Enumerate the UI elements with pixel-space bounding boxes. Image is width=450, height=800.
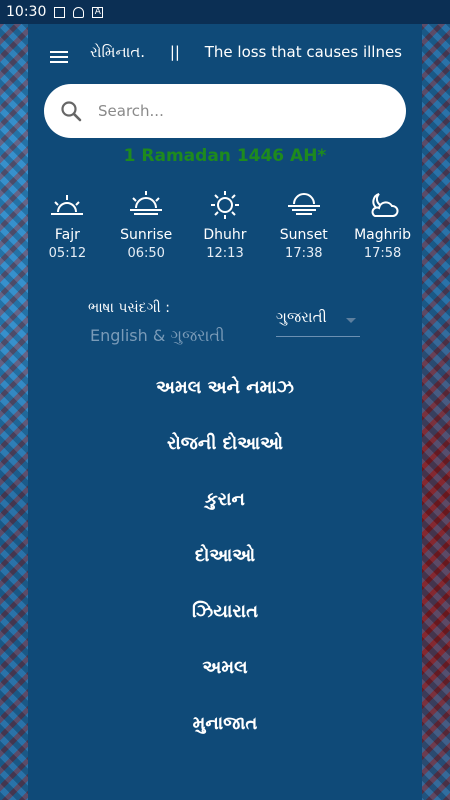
main-menu: અમલ અને નમાઝ રોજની દોઆઓ કુરાન દોઆઓ ઝિયાર… — [28, 360, 422, 752]
menu-item[interactable]: અમલ — [28, 640, 422, 696]
menu-item[interactable]: મુનાજાત — [28, 696, 422, 752]
language-dropdown[interactable]: ગુજરાતી — [276, 306, 360, 337]
prayer-maghrib[interactable]: Maghrib 17:58 — [345, 190, 421, 282]
hijri-date: 1 Ramadan 1446 AH* — [123, 146, 327, 166]
prayer-sunset[interactable]: Sunset 17:38 — [266, 190, 342, 282]
bell-icon — [73, 6, 85, 18]
sun-icon — [210, 191, 239, 219]
prayer-name: Dhuhr — [203, 227, 247, 243]
prayer-name: Maghrib — [354, 227, 412, 243]
status-bar: 10:30 A — [0, 0, 450, 24]
prayer-time: 17:38 — [285, 246, 323, 261]
search-icon — [61, 101, 82, 122]
cloud-moon-icon — [371, 193, 399, 217]
image-icon — [54, 6, 66, 18]
prayer-time: 06:50 — [127, 246, 165, 261]
prayer-time: 17:58 — [363, 246, 402, 261]
search-bar[interactable] — [44, 84, 406, 138]
prayer-name: Fajr — [54, 227, 80, 243]
news-ticker[interactable]: રોમિનાત. || The loss that causes illnes — [90, 24, 410, 80]
main-panel: રોમિનાત. || The loss that causes illnes … — [28, 24, 422, 800]
language-label: ભાષા પસંદગી : — [88, 300, 170, 316]
menu-item[interactable]: દોઆઓ — [28, 528, 422, 584]
a-icon: A — [92, 6, 104, 18]
prayer-time: 12:13 — [206, 246, 244, 261]
prayer-fajr[interactable]: Fajr 05:12 — [29, 190, 105, 282]
menu-item[interactable]: રોજની દોઆઓ — [28, 416, 422, 472]
prayer-dhuhr[interactable]: Dhuhr 12:13 — [187, 190, 263, 282]
ticker-text-2: The loss that causes illnes — [204, 43, 402, 61]
ticker-separator: || — [169, 43, 180, 61]
menu-item[interactable]: કુરાન — [28, 472, 422, 528]
prayer-time: 05:12 — [48, 246, 87, 261]
hamburger-menu-icon[interactable] — [48, 30, 92, 74]
menu-item[interactable]: અમલ અને નમાઝ — [28, 360, 422, 416]
sunrise-icon — [130, 191, 163, 215]
sunset-icon — [287, 193, 320, 215]
prayer-times: Fajr 05:12 Sunrise 06:50 Dhuhr 12:13 Sun… — [28, 190, 422, 282]
top-bar: રોમિનાત. || The loss that causes illnes — [28, 24, 422, 80]
sunrise-horizon-icon — [51, 195, 84, 215]
status-time: 10:30 — [6, 4, 47, 20]
prayer-name: Sunrise — [120, 227, 173, 243]
menu-item[interactable]: ઝિયારાત — [28, 584, 422, 640]
language-sub-label: English & ગુજરાતી — [90, 326, 225, 345]
search-input[interactable] — [96, 101, 370, 121]
language-selector-row: ભાષા પસંદગી : English & ગુજરાતી ગુજરાતી — [28, 296, 422, 356]
language-selected-value: ગુજરાતી — [276, 308, 327, 326]
chevron-down-icon — [346, 318, 356, 323]
prayer-name: Sunset — [279, 227, 328, 243]
prayer-sunrise[interactable]: Sunrise 06:50 — [108, 190, 184, 282]
ticker-text: રોમિનાત. — [90, 43, 146, 61]
